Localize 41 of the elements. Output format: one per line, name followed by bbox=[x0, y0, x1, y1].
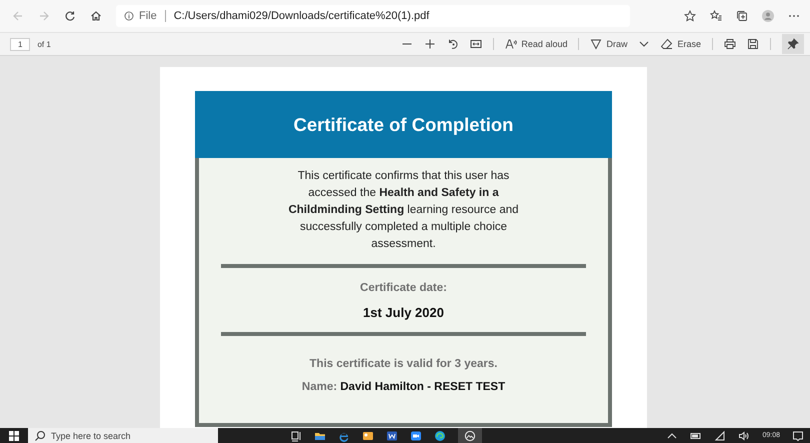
save-icon[interactable] bbox=[747, 38, 759, 50]
image-viewer-icon bbox=[464, 430, 476, 442]
read-aloud-button[interactable]: Read aloud bbox=[505, 38, 568, 50]
date-label: Certificate date: bbox=[359, 282, 448, 294]
search-icon bbox=[34, 430, 46, 442]
windows-start-icon[interactable] bbox=[8, 430, 20, 442]
video-camera-icon[interactable] bbox=[410, 430, 422, 442]
recipient-name: David Hamilton - RESET TEST bbox=[340, 381, 506, 393]
task-view-icon[interactable] bbox=[290, 430, 302, 442]
certificate-title: Certificate of Completion bbox=[294, 114, 514, 136]
browser-swirl-icon[interactable] bbox=[434, 430, 446, 442]
page-count: of 1 bbox=[37, 40, 51, 48]
speaker-icon[interactable] bbox=[738, 430, 750, 442]
notifications-icon[interactable] bbox=[792, 430, 804, 442]
document-app-icon[interactable] bbox=[386, 430, 398, 442]
active-app-button[interactable] bbox=[458, 428, 482, 443]
star-icon[interactable] bbox=[684, 10, 696, 22]
pin-button[interactable] bbox=[782, 34, 804, 54]
home-icon[interactable] bbox=[90, 10, 102, 22]
address-field[interactable]: File C:/Users/dhami029/Downloads/certificate%20(1).pdf bbox=[116, 5, 630, 27]
pin-icon bbox=[787, 38, 799, 50]
print-icon[interactable] bbox=[724, 38, 736, 50]
erase-button[interactable]: Erase bbox=[661, 38, 701, 50]
profile-avatar-icon[interactable] bbox=[762, 10, 774, 22]
eraser-icon bbox=[661, 38, 674, 50]
zoom-in-icon[interactable] bbox=[424, 38, 436, 50]
info-icon bbox=[124, 11, 134, 21]
validity-text: This certificate is valid for 3 years. bbox=[308, 358, 498, 370]
fit-page-icon[interactable] bbox=[470, 38, 482, 50]
pen-icon bbox=[590, 38, 602, 50]
certificate-statement: This certificate confirms that this user has accessed the Health and Safety in a Childminding Setting learning resource and successfully completed a multiple choice assessment. bbox=[287, 169, 520, 252]
draw-button[interactable]: Draw bbox=[590, 38, 628, 50]
page-number-field[interactable]: 1 bbox=[10, 38, 30, 50]
certificate-date: 1st July 2020 bbox=[362, 305, 445, 320]
collections-icon[interactable] bbox=[736, 10, 748, 22]
name-label: Name: bbox=[302, 381, 338, 393]
rotate-icon[interactable] bbox=[447, 38, 460, 50]
taskbar-search-field[interactable]: Type here to search bbox=[28, 428, 218, 443]
favorites-icon[interactable] bbox=[710, 10, 722, 22]
refresh-icon[interactable] bbox=[64, 10, 76, 22]
read-aloud-icon bbox=[505, 38, 518, 50]
